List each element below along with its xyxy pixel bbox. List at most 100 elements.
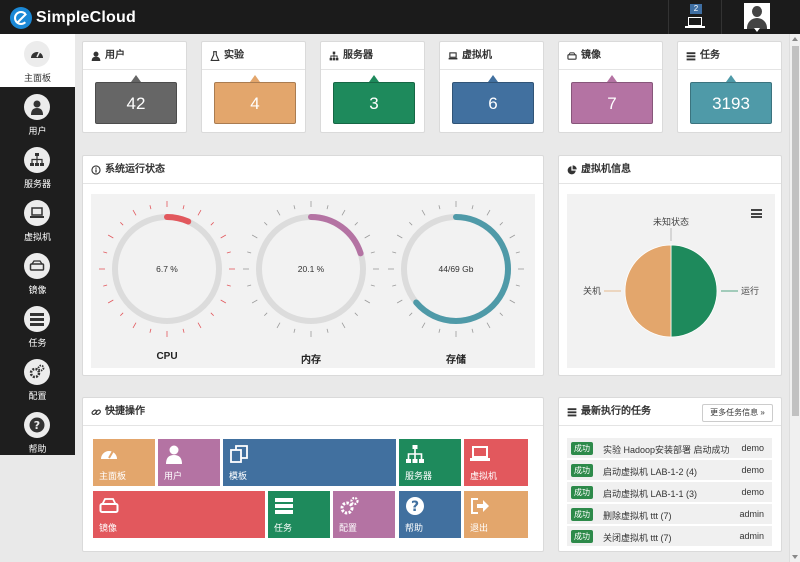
sidebar-item-label: 帮助 [28,444,47,454]
sitemap-icon [24,147,50,173]
sidebar-item-label: 服务器 [23,179,51,189]
sidebar-item-servers[interactable]: 服务器 [0,140,75,193]
gauge-tick [438,205,441,210]
gauge-label-cpu: CPU [156,351,178,362]
quick-tile-label: 配置 [339,523,358,533]
vm-pie-chart: 运行 关机 未知状态 [583,216,759,338]
quick-tile-user[interactable]: 用户 [158,439,220,486]
gauge-tick [197,322,202,329]
sidebar-item-label: 镜像 [28,285,47,295]
sidebar-item-config[interactable]: 配置 [0,352,75,405]
status-badge: 成功 [571,530,593,543]
gauge-tick [103,251,108,254]
task-row[interactable]: 成功 启动虚拟机 LAB-1-2 (4) demo [567,460,772,480]
scrollbar-thumb[interactable] [792,46,799,416]
quick-tile-hdd[interactable]: 镜像 [93,491,265,538]
task-row[interactable]: 成功 启动虚拟机 LAB-1-1 (3) demo [567,482,772,502]
laptop-icon [24,200,50,226]
stat-card-servers[interactable]: 服务器 3 [320,41,425,133]
quick-tile-laptop[interactable]: 虚拟机 [464,439,528,486]
gauge-tick [120,312,124,316]
gauge-tick [120,222,124,226]
sidebar-item-dashboard[interactable]: 主面板 [0,34,75,87]
gauge-tick [276,209,281,216]
quick-tile-label: 服务器 [405,471,433,481]
gauge-tick [326,205,329,210]
chart-menu-icon[interactable] [751,209,762,218]
gauge-tick [251,299,258,304]
app-name: SimpleCloud [36,9,136,26]
gauge-tick [132,209,137,216]
sidebar-item-label: 配置 [28,391,47,401]
stat-card-pointer [488,75,498,82]
sidebar-item-tasks[interactable]: 任务 [0,299,75,352]
stat-card-pointer [607,75,617,82]
avatar [744,3,770,29]
gauge-tick [326,328,329,333]
quick-tile-dashboard[interactable]: 主面板 [93,439,155,486]
task-row[interactable]: 成功 删除虚拟机 ttt (7) admin [567,504,772,524]
notifications-button[interactable]: 2 [668,0,722,34]
sidebar-item-help[interactable]: ? 帮助 [0,405,75,458]
gauge-tick [396,299,403,304]
stat-card-title: 任务 [700,49,720,61]
page-scrollbar[interactable] [789,34,800,562]
gauge-tick [341,209,346,216]
stat-card-title: 服务器 [343,49,373,61]
info-icon [91,164,101,175]
task-user: demo [741,443,764,453]
stat-card-pointer [131,75,141,82]
task-row[interactable]: 成功 实验 Hadoop安装部署 启动成功 demo [567,438,772,458]
gauge-tick [392,284,397,287]
task-description: 启动虚拟机 LAB-1-1 (3) [603,489,698,499]
sitemap-icon [329,51,339,60]
task-description: 实验 Hadoop安装部署 启动成功 [603,445,730,455]
stat-card-title: 实验 [224,49,244,61]
gauge-tick [409,222,413,226]
stat-card-labs[interactable]: 实验 4 [201,41,306,133]
user-menu-button[interactable] [722,0,792,34]
gauge-value-text: 6.7 % [156,264,178,274]
svg-text:?: ? [411,499,419,515]
panel-title: 快捷操作 [105,405,145,417]
sidebar-item-vms[interactable]: 虚拟机 [0,193,75,246]
gauge-tick [220,299,227,304]
sidebar-item-label: 主面板 [23,73,51,83]
stat-card-value: 3193 [690,82,772,124]
gauge-tick [509,234,516,239]
gauge-tick [354,222,358,226]
gauge-tick [396,234,403,239]
task-row[interactable]: 成功 关闭虚拟机 ttt (7) admin [567,526,772,546]
stat-card-images[interactable]: 镜像 7 [558,41,663,133]
quick-tile-question[interactable]: ? 帮助 [399,491,461,538]
cogs-icon [24,359,50,385]
gauge-tick [276,322,281,329]
sidebar-item-label: 虚拟机 [23,232,51,242]
laptop-icon [448,51,458,59]
task-description: 启动虚拟机 LAB-1-2 (4) [603,467,698,477]
sidebar: 主面板 用户 服务器 虚拟机 镜像 任务 配置 ? 帮助 [0,34,75,455]
gauge-tick [392,251,397,254]
panel-title: 系统运行状态 [105,163,165,175]
quick-tile-label: 帮助 [405,523,424,533]
quick-tile-tasks[interactable]: 任务 [268,491,330,538]
laptop-icon [470,446,490,461]
scroll-up-arrow-icon[interactable] [792,37,798,41]
quick-tile-sign-out[interactable]: 退出 [464,491,528,538]
gauge-tick [226,251,231,254]
gauge-tick [182,205,185,210]
quick-tile-cogs[interactable]: 配置 [333,491,395,538]
gauge-tick [515,284,520,287]
sidebar-item-users[interactable]: 用户 [0,87,75,140]
stat-card-vms[interactable]: 虚拟机 6 [439,41,544,133]
pie-chart-icon [567,164,577,174]
quick-tile-copy[interactable]: 模板 [223,439,396,486]
stat-card-tasks[interactable]: 任务 3193 [677,41,782,133]
app-logo[interactable]: SimpleCloud [10,7,136,29]
tasks-icon [686,51,696,60]
stat-card-title: 虚拟机 [462,49,492,61]
stat-card-users[interactable]: 用户 42 [82,41,187,133]
quick-tile-sitemap[interactable]: 服务器 [399,439,461,486]
scroll-down-arrow-icon[interactable] [792,555,798,559]
sidebar-item-images[interactable]: 镜像 [0,246,75,299]
